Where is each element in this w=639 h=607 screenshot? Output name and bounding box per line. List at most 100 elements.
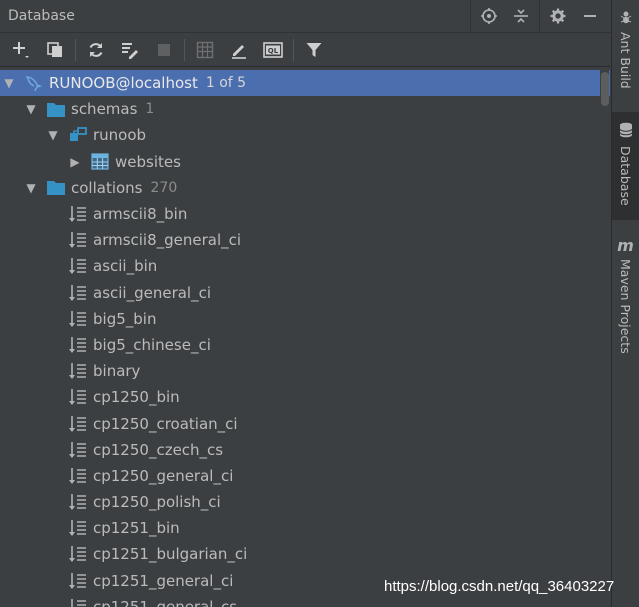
collation-item[interactable]: ▶cp1250_general_ci (0, 463, 610, 489)
collation-label: big5_chinese_ci (93, 335, 211, 354)
sql-console-icon[interactable]: QL (256, 35, 290, 65)
collation-icon (68, 415, 88, 433)
toolbar-separator (293, 38, 294, 61)
collation-item[interactable]: ▶cp1250_croatian_ci (0, 410, 610, 436)
chevron-down-icon[interactable]: ▼ (24, 102, 38, 116)
collation-label: armscii8_bin (93, 205, 188, 224)
sql-console-label: QL (268, 47, 279, 55)
collation-item[interactable]: ▶big5_bin (0, 306, 610, 332)
toolbar-separator (184, 38, 185, 61)
scrollbar-thumb[interactable] (601, 72, 609, 106)
minimize-icon[interactable] (574, 0, 606, 32)
collation-label: cp1250_croatian_ci (93, 414, 238, 433)
database-tree[interactable]: ▼ RUNOOB@localhost 1 of 5 ▼ schemas 1 ▼ … (0, 70, 610, 607)
collation-item[interactable]: ▶cp1250_polish_ci (0, 489, 610, 515)
schema-label: runoob (93, 126, 147, 145)
gear-icon[interactable] (542, 0, 574, 32)
collation-icon (68, 519, 88, 537)
collation-icon (68, 205, 88, 223)
tree-node-collations[interactable]: ▼ collations 270 (0, 175, 610, 201)
collation-label: armscii8_general_ci (93, 231, 242, 250)
stop-icon[interactable] (147, 35, 181, 65)
collation-item[interactable]: ▶binary (0, 358, 610, 384)
schema-icon (68, 126, 88, 144)
tool-window-header: Database (0, 0, 610, 33)
tab-ant-build-label: Ant Build (618, 32, 633, 89)
collation-label: cp1250_polish_ci (93, 493, 221, 512)
collation-icon (68, 336, 88, 354)
tab-maven-projects[interactable]: m Maven Projects (612, 230, 639, 360)
collapse-icon[interactable] (505, 0, 537, 32)
table-label: websites (115, 152, 181, 171)
collation-icon (68, 598, 88, 607)
table-icon[interactable] (188, 35, 222, 65)
edit-icon[interactable] (222, 35, 256, 65)
collation-item[interactable]: ▶armscii8_general_ci (0, 227, 610, 253)
refresh-icon[interactable] (79, 35, 113, 65)
collation-label: cp1250_general_ci (93, 466, 234, 485)
collation-label: cp1250_czech_cs (93, 440, 224, 459)
chevron-right-icon[interactable]: ▶ (68, 155, 82, 169)
tab-ant-build[interactable]: Ant Build (612, 2, 639, 102)
header-divider (539, 0, 540, 32)
collations-label: collations (71, 178, 143, 197)
schemas-count: 1 (145, 101, 155, 118)
collation-label: big5_bin (93, 309, 157, 328)
watermark-text: https://blog.csdn.net/qq_36403227 (384, 578, 615, 595)
tree-node-schema[interactable]: ▼ runoob (0, 122, 610, 148)
collation-icon (68, 545, 88, 563)
chevron-down-icon[interactable]: ▼ (46, 128, 60, 142)
datasource-count: 1 of 5 (205, 75, 247, 92)
collation-item[interactable]: ▶big5_chinese_ci (0, 332, 610, 358)
folder-icon (46, 100, 66, 118)
collation-label: cp1250_bin (93, 388, 180, 407)
database-icon (619, 122, 633, 142)
collation-icon (68, 467, 88, 485)
chevron-down-icon[interactable]: ▼ (24, 181, 38, 195)
toolbar-separator (75, 38, 76, 61)
collation-item[interactable]: ▶armscii8_bin (0, 201, 610, 227)
collation-item[interactable]: ▶cp1250_czech_cs (0, 437, 610, 463)
collation-icon (68, 572, 88, 590)
tree-node-schemas[interactable]: ▼ schemas 1 (0, 96, 610, 122)
collation-item[interactable]: ▶cp1251_bin (0, 515, 610, 541)
collation-label: cp1251_general_cs (93, 597, 238, 607)
ant-icon (619, 10, 633, 28)
tree-node-datasource[interactable]: ▼ RUNOOB@localhost 1 of 5 (0, 70, 610, 97)
collation-item[interactable]: ▶cp1251_bulgarian_ci (0, 541, 610, 567)
collation-item[interactable]: ▶cp1250_bin (0, 384, 610, 410)
header-divider (470, 0, 471, 32)
schema-settings-icon[interactable] (113, 35, 147, 65)
tab-database[interactable]: Database (612, 112, 639, 220)
schemas-label: schemas (71, 100, 138, 119)
chevron-down-icon[interactable]: ▼ (2, 76, 16, 90)
collation-icon (68, 310, 88, 328)
tab-database-label: Database (618, 146, 633, 206)
collation-label: cp1251_general_ci (93, 571, 234, 590)
duplicate-icon[interactable] (38, 35, 72, 65)
filter-icon[interactable] (297, 35, 331, 65)
collation-icon (68, 284, 88, 302)
collation-icon (68, 441, 88, 459)
collation-label: cp1251_bulgarian_ci (93, 545, 248, 564)
collation-icon (68, 231, 88, 249)
collation-icon (68, 388, 88, 406)
collation-label: ascii_bin (93, 257, 158, 276)
collation-item[interactable]: ▶cp1251_general_cs (0, 594, 610, 607)
table-icon (90, 153, 110, 171)
collation-list: ▶armscii8_bin▶armscii8_general_ci▶ascii_… (0, 201, 610, 607)
tree-scrollbar[interactable] (600, 70, 609, 607)
maven-icon: m (617, 236, 634, 255)
tree-node-table[interactable]: ▶ websites (0, 149, 610, 175)
collation-label: cp1251_bin (93, 519, 180, 538)
collation-item[interactable]: ▶ascii_general_ci (0, 280, 610, 306)
collation-icon (68, 362, 88, 380)
collation-label: ascii_general_ci (93, 283, 212, 302)
crosshair-icon[interactable] (473, 0, 505, 32)
add-icon[interactable] (4, 35, 38, 65)
database-toolbar: QL (0, 33, 610, 67)
collation-icon (68, 257, 88, 275)
collation-item[interactable]: ▶ascii_bin (0, 253, 610, 279)
folder-icon (46, 179, 66, 197)
collation-label: binary (93, 362, 141, 381)
